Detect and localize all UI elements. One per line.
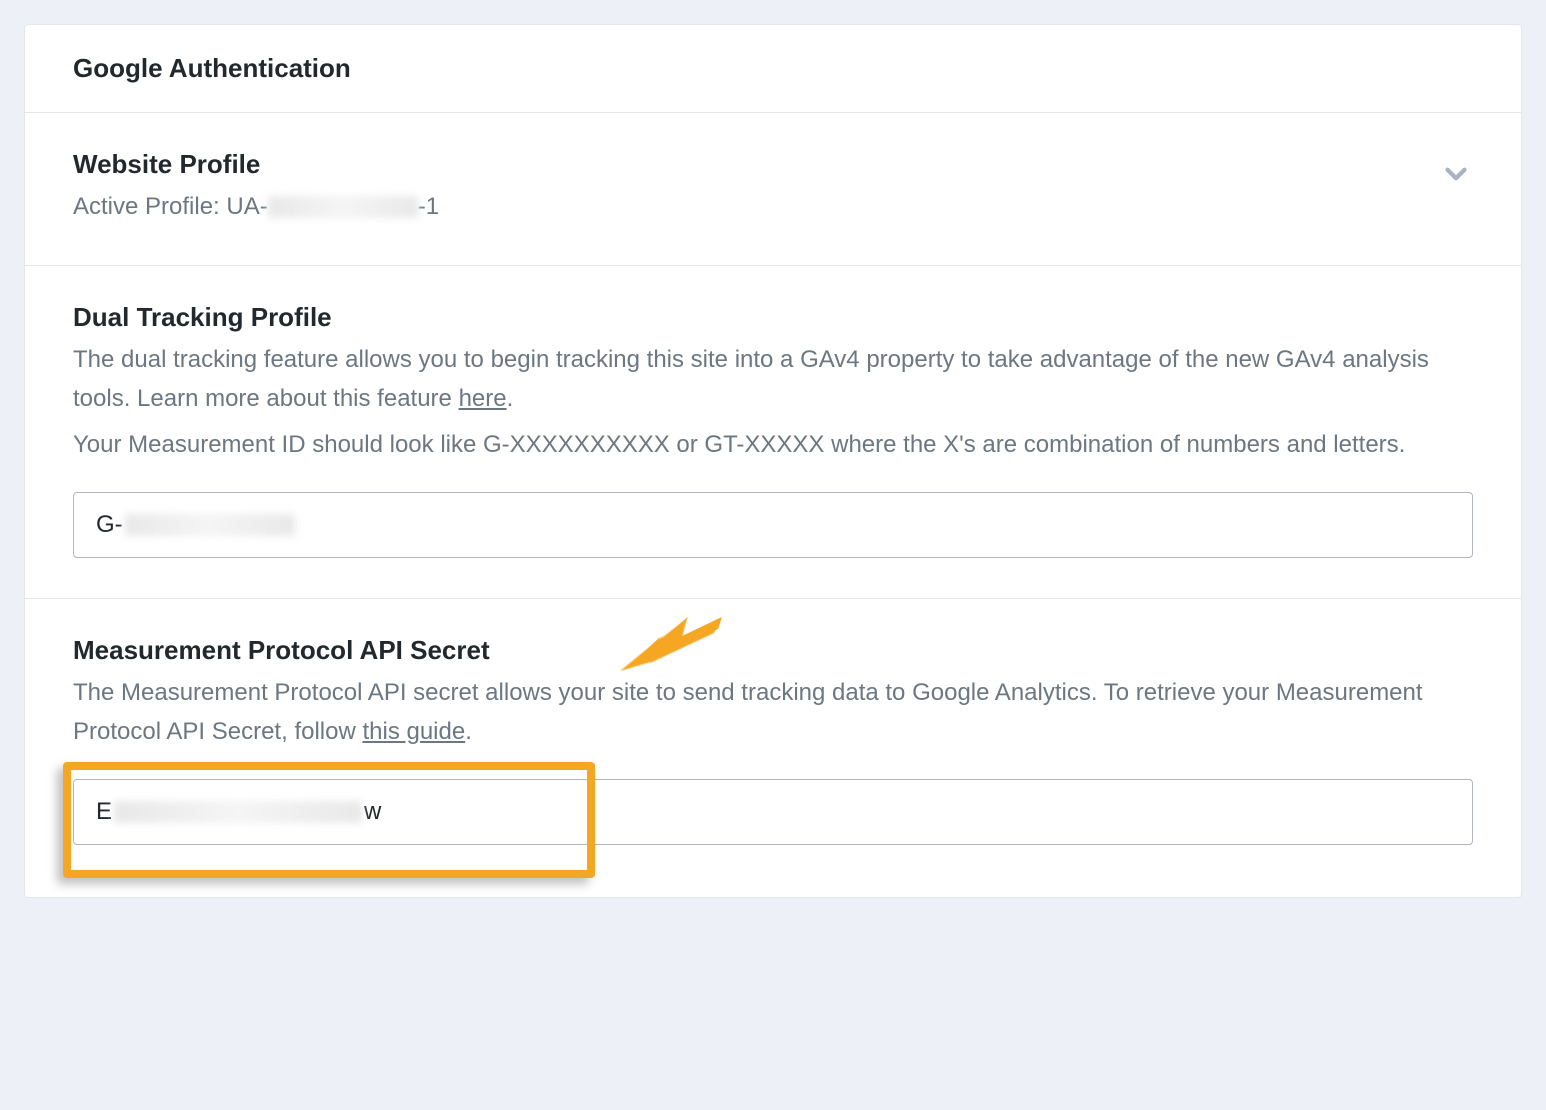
- chevron-down-icon[interactable]: [1439, 157, 1473, 191]
- api-secret-guide-link[interactable]: this guide: [362, 718, 465, 745]
- active-profile-text: Active Profile: UA- -1: [73, 188, 439, 225]
- redacted-measurement-id: [125, 514, 295, 536]
- dual-tracking-title: Dual Tracking Profile: [73, 302, 1473, 333]
- dual-tracking-description-1: The dual tracking feature allows you to …: [73, 341, 1473, 418]
- measurement-id-input[interactable]: G-: [73, 492, 1473, 558]
- active-profile-suffix: -1: [418, 188, 439, 225]
- dual-tracking-section: Dual Tracking Profile The dual tracking …: [25, 266, 1521, 599]
- dual-tracking-description-2: Your Measurement ID should look like G-X…: [73, 426, 1473, 464]
- dual-tracking-learn-more-link[interactable]: here: [459, 385, 507, 412]
- redacted-api-secret: [114, 801, 362, 823]
- website-profile-section: Website Profile Active Profile: UA- -1: [25, 113, 1521, 266]
- google-auth-panel: Google Authentication Website Profile Ac…: [24, 24, 1522, 898]
- panel-title: Google Authentication: [73, 53, 1473, 84]
- api-secret-description: The Measurement Protocol API secret allo…: [73, 674, 1473, 751]
- api-secret-input[interactable]: E w: [73, 779, 1473, 845]
- redacted-profile-id: [268, 196, 418, 218]
- api-secret-section: Measurement Protocol API Secret The M: [25, 599, 1521, 897]
- panel-header: Google Authentication: [25, 25, 1521, 113]
- website-profile-title: Website Profile: [73, 149, 439, 180]
- api-secret-title: Measurement Protocol API Secret: [73, 635, 1473, 666]
- active-profile-prefix: Active Profile: UA-: [73, 188, 268, 225]
